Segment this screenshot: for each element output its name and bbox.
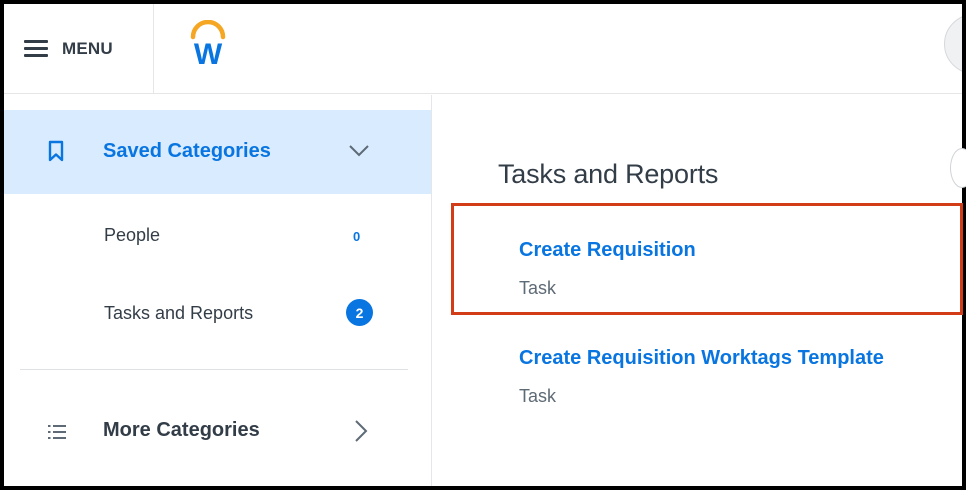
hamburger-icon xyxy=(24,40,48,58)
list-icon xyxy=(48,425,66,439)
logo-letter: W xyxy=(194,38,223,70)
menu-button[interactable]: MENU xyxy=(4,4,154,94)
sidebar-item-label: People xyxy=(104,225,161,245)
chevron-right-icon xyxy=(355,420,368,442)
menu-label: MENU xyxy=(62,39,113,58)
category-sidebar: Saved Categories People 0 Tasks and Repo… xyxy=(4,95,432,486)
count-badge: 2 xyxy=(346,299,373,326)
saved-categories-toggle[interactable]: Saved Categories xyxy=(4,110,431,194)
divider xyxy=(20,369,408,370)
result-title-link[interactable]: Create Requisition Worktags Template xyxy=(519,347,959,370)
result-create-requisition[interactable]: Create Requisition Task xyxy=(519,239,959,299)
section-title: Tasks and Reports xyxy=(498,159,719,189)
more-categories-label: More Categories xyxy=(103,419,260,441)
sidebar-item-tasks-and-reports[interactable]: Tasks and Reports 2 xyxy=(4,283,431,345)
result-title-link[interactable]: Create Requisition xyxy=(519,239,959,262)
top-header: MENU W xyxy=(4,4,962,94)
saved-categories-label: Saved Categories xyxy=(103,140,271,162)
sidebar-item-label: Tasks and Reports xyxy=(104,303,254,323)
people-count: 0 xyxy=(353,229,361,244)
result-create-requisition-worktags-template[interactable]: Create Requisition Worktags Template Tas… xyxy=(519,347,959,407)
avatar[interactable] xyxy=(944,14,962,74)
workday-logo-icon: W xyxy=(190,19,226,71)
result-type: Task xyxy=(519,278,557,298)
chevron-down-icon xyxy=(349,145,369,157)
search-results-panel: Tasks and Reports Create Requisition Tas… xyxy=(433,95,962,486)
more-categories-toggle[interactable]: More Categories xyxy=(4,395,431,465)
app-frame: MENU W Saved Categories People 0 Tasks a xyxy=(4,4,962,486)
result-type: Task xyxy=(519,386,557,406)
sidebar-item-people[interactable]: People 0 xyxy=(4,205,431,267)
workday-logo[interactable]: W xyxy=(188,19,228,71)
bookmark-icon xyxy=(48,140,64,162)
